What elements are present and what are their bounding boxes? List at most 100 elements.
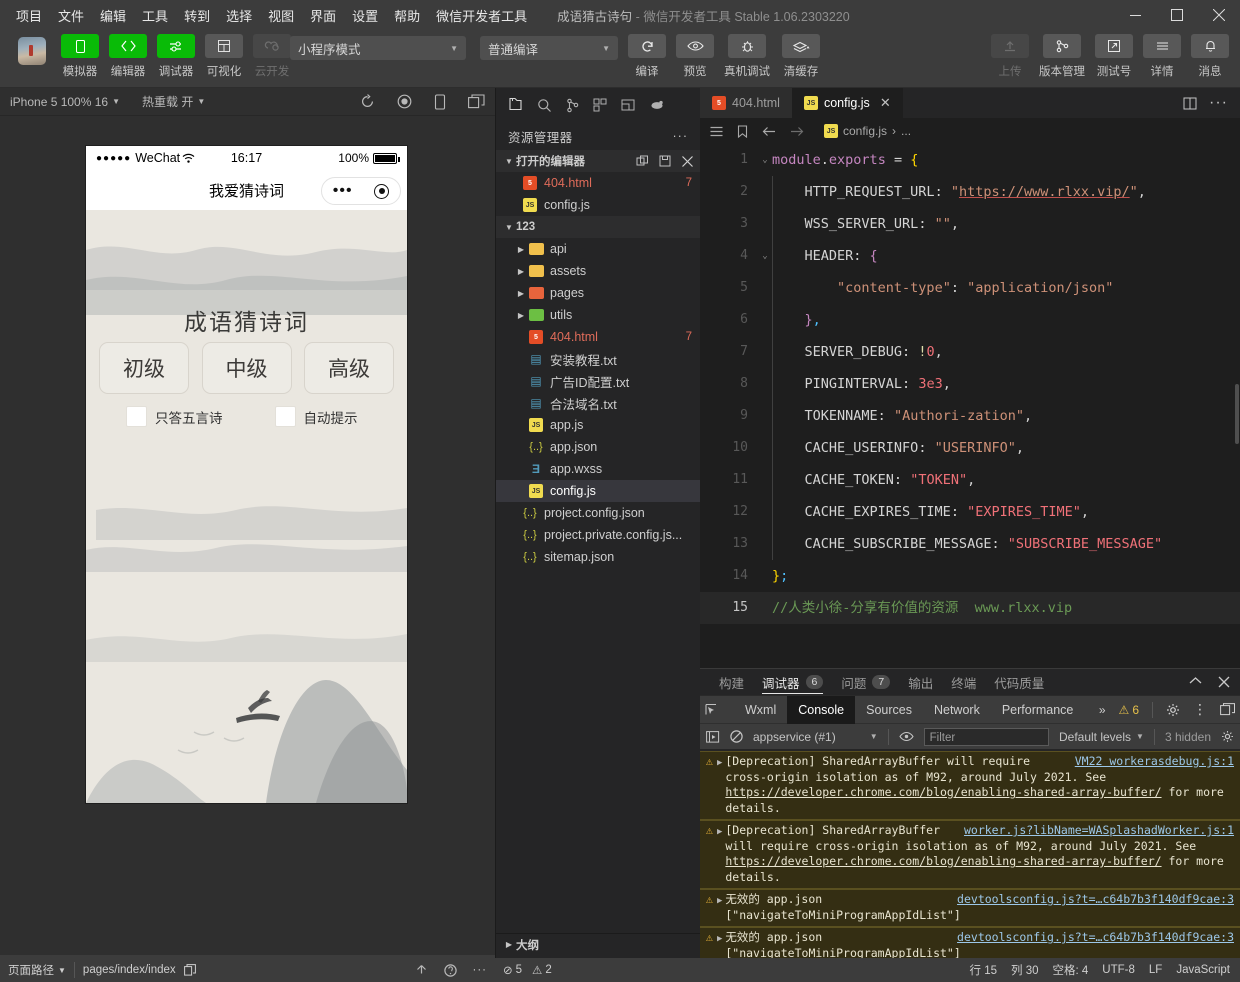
tree-item-appwxss[interactable]: Ǝ app.wxss	[496, 458, 700, 480]
console-output[interactable]: ⚠ ▶ VM22 workerasdebug.js:1 [Deprecation] S…	[700, 751, 1240, 959]
debug-tab-output[interactable]: 输出	[899, 669, 942, 695]
chevron-right-icon[interactable]: ▶	[514, 289, 528, 298]
external-icon[interactable]	[1095, 34, 1133, 58]
sliders-icon[interactable]	[157, 34, 195, 58]
devtools-tab-console[interactable]: Console	[787, 695, 856, 724]
console-message-link[interactable]: https://developer.chrome.com/blog/enabli…	[725, 854, 1161, 868]
code-line[interactable]: 14};	[700, 560, 1240, 592]
devtools-tab-sources[interactable]: Sources	[855, 696, 923, 724]
menu-item-goto[interactable]: 转到	[176, 2, 218, 29]
code-line[interactable]: 2 HTTP_REQUEST_URL: "https://www.rlxx.vi…	[700, 176, 1240, 208]
source-control-icon[interactable]	[566, 98, 579, 113]
rotate-icon[interactable]	[360, 94, 375, 109]
status-warn-count[interactable]: ⚠ 2	[532, 963, 552, 977]
code-line[interactable]: 13 CACHE_SUBSCRIBE_MESSAGE: "SUBSCRIBE_M…	[700, 528, 1240, 560]
clear-console-icon[interactable]	[730, 730, 743, 743]
cloud-icon[interactable]	[649, 99, 665, 111]
toolbar-item-message[interactable]: 消息	[1187, 34, 1233, 79]
menu-item-tools[interactable]: 工具	[134, 2, 176, 29]
device-select[interactable]: iPhone 5 100% 16 ▼	[10, 95, 120, 109]
tree-item-legal-domain-txt[interactable]: ▤ 合法域名.txt	[496, 392, 700, 414]
console-context-select[interactable]: appservice (#1) ▼	[753, 730, 878, 744]
menu-item-devtools[interactable]: 微信开发者工具	[428, 2, 535, 29]
gear-icon[interactable]	[1221, 730, 1234, 743]
bookmark-icon[interactable]	[737, 124, 748, 138]
wechat-capsule[interactable]: •••	[321, 177, 401, 205]
bug-icon[interactable]	[728, 34, 766, 58]
status-ok-count[interactable]: ⊘ 5	[503, 963, 522, 977]
tree-item-install-guide-txt[interactable]: ▤ 安装教程.txt	[496, 348, 700, 370]
more-icon[interactable]: ···	[473, 964, 488, 977]
tree-item-404html[interactable]: 5 404.html 7	[496, 326, 700, 348]
code-line[interactable]: 4 ⌄ HEADER: {	[700, 240, 1240, 272]
open-editor-configjs[interactable]: JS config.js	[496, 194, 700, 216]
level-button-advanced[interactable]: 高级	[304, 342, 394, 394]
device-icon[interactable]	[434, 93, 446, 110]
branch-icon[interactable]	[1043, 34, 1081, 58]
console-message[interactable]: ⚠ ▶ devtoolsconfig.js?t=…c64b7b3f140df9cae…	[700, 889, 1240, 927]
tree-item-projectconfigjson[interactable]: {..} project.config.json	[496, 502, 700, 524]
code-line[interactable]: 12 CACHE_EXPIRES_TIME: "EXPIRES_TIME",	[700, 496, 1240, 528]
code-line[interactable]: 15 //人类小徐-分享有价值的资源 www.rlxx.vip	[700, 592, 1240, 624]
menu-item-settings[interactable]: 设置	[344, 2, 386, 29]
menu-item-edit[interactable]: 编辑	[92, 2, 134, 29]
console-message[interactable]: ⚠ ▶ devtoolsconfig.js?t=…c64b7b3f140df9cae…	[700, 927, 1240, 959]
menu-item-file[interactable]: 文件	[50, 2, 92, 29]
share-icon[interactable]	[415, 964, 428, 977]
extensions-icon[interactable]	[593, 98, 607, 112]
search-icon[interactable]	[537, 98, 552, 113]
phone-icon[interactable]	[61, 34, 99, 58]
console-levels-select[interactable]: Default levels ▼	[1059, 730, 1144, 744]
toolbar-item-compile[interactable]: 编译	[624, 34, 670, 79]
code-line[interactable]: 3 WSS_SERVER_URL: "",	[700, 208, 1240, 240]
tree-item-folder-utils[interactable]: ▶ utils	[496, 304, 700, 326]
code-line[interactable]: 10 CACHE_USERINFO: "USERINFO",	[700, 432, 1240, 464]
capsule-target-icon[interactable]	[374, 183, 390, 199]
new-file-icon[interactable]	[636, 155, 649, 168]
toolbar-item-version[interactable]: 版本管理	[1035, 34, 1089, 79]
status-line[interactable]: 行 15	[970, 962, 998, 978]
open-editor-404html[interactable]: 5 404.html 7	[496, 172, 700, 194]
collapse-icon[interactable]	[1189, 676, 1202, 688]
tree-item-folder-pages[interactable]: ▶ pages	[496, 282, 700, 304]
menu-item-view[interactable]: 视图	[260, 2, 302, 29]
kebab-icon[interactable]: ⋮	[1193, 702, 1207, 716]
breadcrumb-path[interactable]: JS config.js › ...	[824, 124, 911, 138]
layers-icon[interactable]	[782, 34, 820, 58]
expand-arrow-icon[interactable]: ▶	[717, 823, 722, 885]
status-language[interactable]: JavaScript	[1176, 964, 1230, 976]
level-button-intermediate[interactable]: 中级	[201, 342, 292, 394]
avatar[interactable]	[18, 37, 46, 65]
window-icon[interactable]	[468, 94, 485, 109]
toolbar-item-detail[interactable]: 详情	[1139, 34, 1185, 79]
fold-chevron-icon[interactable]: ⌄	[758, 240, 772, 272]
debug-tab-problems[interactable]: 问题 7	[832, 669, 899, 695]
toolbar-item-visual[interactable]: 可视化	[201, 34, 247, 79]
status-encoding[interactable]: UTF-8	[1102, 964, 1135, 976]
code-line[interactable]: 9 TOKENNAME: "Authori-zation",	[700, 400, 1240, 432]
console-message-link[interactable]: https://developer.chrome.com/blog/enabli…	[725, 785, 1161, 799]
more-icon[interactable]: ···	[673, 129, 689, 143]
menu-item-select[interactable]: 选择	[218, 2, 260, 29]
code-line[interactable]: 7 SERVER_DEBUG: !0,	[700, 336, 1240, 368]
option-five-char-only[interactable]: 只答五言诗	[126, 406, 223, 427]
close-icon[interactable]: ✕	[880, 95, 891, 111]
files-icon[interactable]	[508, 97, 523, 113]
devtools-tab-network[interactable]: Network	[923, 696, 991, 724]
code-editor[interactable]: 1 ⌄ module.exports = {2 HTTP_REQUEST_URL: …	[700, 144, 1240, 668]
tree-item-folder-api[interactable]: ▶ api	[496, 238, 700, 260]
option-auto-hint[interactable]: 自动提示	[274, 406, 358, 427]
toolbar-item-editor[interactable]: 编辑器	[105, 34, 151, 79]
compile-select[interactable]: 普通编译 ▼	[480, 36, 618, 60]
minimize-button[interactable]	[1114, 0, 1156, 30]
expand-arrow-icon[interactable]: ▶	[717, 892, 722, 923]
toolbar-item-realdevice[interactable]: 真机调试	[720, 34, 774, 79]
more-icon[interactable]: ···	[1209, 94, 1228, 112]
back-icon[interactable]	[762, 126, 776, 137]
console-filter-input[interactable]: Filter	[923, 727, 1049, 746]
warning-count[interactable]: ⚠ 6	[1119, 703, 1139, 717]
tree-item-projectprivateconfigjson[interactable]: {..} project.private.config.js...	[496, 524, 700, 546]
expand-arrow-icon[interactable]: ▶	[717, 930, 722, 959]
save-all-icon[interactable]	[659, 155, 671, 168]
status-column[interactable]: 列 30	[1011, 962, 1039, 978]
